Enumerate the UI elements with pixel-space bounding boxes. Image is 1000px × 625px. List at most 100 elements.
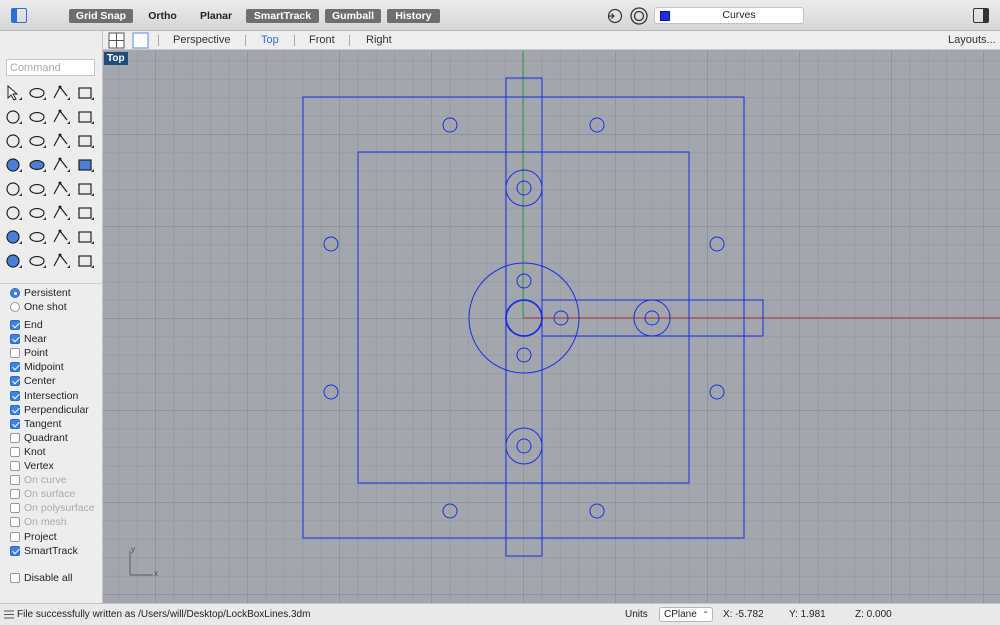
polygon-icon[interactable] bbox=[51, 107, 71, 127]
osnap-end-label: End bbox=[24, 319, 43, 331]
checkbox-indicator bbox=[10, 545, 20, 556]
osnap-perpendicular-checkbox[interactable]: Perpendicular bbox=[10, 403, 89, 417]
osnap-target-icon[interactable] bbox=[606, 7, 624, 25]
layouts-button[interactable]: Layouts... bbox=[948, 34, 996, 46]
history-button[interactable]: History bbox=[387, 9, 440, 23]
construction-grid bbox=[103, 51, 1000, 603]
viewport-title-label[interactable]: Top bbox=[104, 52, 128, 65]
persistent-label: Persistent bbox=[24, 287, 71, 299]
tool-palette bbox=[2, 81, 100, 279]
planar-button[interactable]: Planar bbox=[193, 9, 239, 23]
checkbox-indicator bbox=[10, 461, 20, 471]
osnap-on-surface-label: On surface bbox=[24, 488, 76, 501]
gumball-axis-icon[interactable] bbox=[75, 251, 95, 271]
point-icon[interactable] bbox=[27, 83, 47, 103]
surface-patch-icon[interactable] bbox=[51, 131, 71, 151]
osnap-intersection-checkbox[interactable]: Intersection bbox=[10, 389, 78, 403]
boolean-icon[interactable] bbox=[3, 203, 23, 223]
units-label: Units bbox=[625, 609, 648, 620]
tab-separator bbox=[158, 35, 159, 46]
disable-all-checkbox[interactable]: Disable all bbox=[10, 571, 72, 585]
osnap-midpoint-checkbox[interactable]: Midpoint bbox=[10, 360, 64, 374]
circle-icon[interactable] bbox=[3, 107, 23, 127]
right-sidebar-toggle-icon[interactable] bbox=[973, 8, 989, 23]
align-icon[interactable] bbox=[51, 227, 71, 247]
mirror-icon[interactable] bbox=[75, 227, 95, 247]
osnap-on-polysurface-label: On polysurface bbox=[24, 502, 95, 515]
osnap-midpoint-label: Midpoint bbox=[24, 361, 64, 374]
checkbox-indicator bbox=[10, 517, 20, 528]
osnap-tangent-checkbox[interactable]: Tangent bbox=[10, 417, 61, 431]
osnap-center-checkbox[interactable]: Center bbox=[10, 374, 56, 388]
current-layer-field[interactable]: Curves bbox=[654, 7, 804, 24]
osnap-end-checkbox[interactable]: End bbox=[10, 318, 43, 332]
curve-control-points-icon[interactable] bbox=[75, 83, 95, 103]
tab-separator bbox=[294, 35, 295, 46]
trim-icon[interactable] bbox=[51, 179, 71, 199]
polyline-icon[interactable] bbox=[51, 83, 71, 103]
persistent-radio[interactable]: Persistent bbox=[10, 286, 71, 300]
osnap-knot-label: Knot bbox=[24, 445, 46, 458]
checkbox-indicator bbox=[10, 432, 20, 443]
left-sidebar-toggle-icon[interactable] bbox=[11, 8, 27, 23]
checkbox-indicator bbox=[10, 418, 20, 429]
grid-snap-button[interactable]: Grid Snap bbox=[69, 9, 133, 23]
revolve-icon[interactable] bbox=[3, 131, 23, 151]
osnap-smarttrack-checkbox[interactable]: SmartTrack bbox=[10, 544, 78, 558]
viewport-canvas[interactable]: x y bbox=[103, 51, 1000, 603]
osnap-point-checkbox[interactable]: Point bbox=[10, 346, 48, 360]
split-icon[interactable] bbox=[75, 179, 95, 199]
tab-separator bbox=[245, 35, 246, 46]
layer-circle-icon[interactable] bbox=[629, 6, 649, 26]
osnap-project-checkbox[interactable]: Project bbox=[10, 530, 57, 544]
mount-hole[interactable] bbox=[709, 236, 725, 252]
box-icon[interactable] bbox=[3, 155, 23, 175]
single-viewport-icon[interactable] bbox=[132, 32, 149, 49]
checkbox-indicator bbox=[10, 475, 20, 486]
smarttrack-button[interactable]: SmartTrack bbox=[246, 9, 319, 23]
rail-sweep-icon[interactable] bbox=[27, 131, 47, 151]
sphere-icon[interactable] bbox=[27, 155, 47, 175]
group-icon[interactable] bbox=[3, 179, 23, 199]
command-history-icon[interactable] bbox=[4, 610, 14, 619]
move-icon[interactable] bbox=[75, 203, 95, 223]
checkbox-indicator bbox=[10, 489, 20, 500]
osnap-knot-checkbox[interactable]: Knot bbox=[10, 445, 46, 459]
gumball-button[interactable]: Gumball bbox=[325, 9, 381, 23]
explode-icon[interactable] bbox=[27, 179, 47, 199]
cplane-dropdown[interactable]: CPlane bbox=[659, 607, 713, 622]
checkbox-indicator bbox=[10, 376, 20, 387]
osnap-on-curve-checkbox: On curve bbox=[10, 473, 67, 487]
mesh-icon[interactable] bbox=[3, 251, 23, 271]
mount-hole[interactable] bbox=[323, 236, 339, 252]
extrude-icon[interactable] bbox=[75, 155, 95, 175]
ellipse-icon[interactable] bbox=[27, 107, 47, 127]
tab-front[interactable]: Front bbox=[309, 34, 335, 46]
rectangle-icon[interactable] bbox=[75, 107, 95, 127]
layer-color-swatch[interactable] bbox=[660, 11, 670, 21]
fillet-icon[interactable] bbox=[51, 203, 71, 223]
tab-top[interactable]: Top bbox=[261, 34, 279, 46]
layer-gauge-icon[interactable] bbox=[27, 251, 47, 271]
tab-perspective[interactable]: Perspective bbox=[173, 34, 230, 46]
viewport-tab-bar: Perspective Top Front Right Layouts... bbox=[103, 31, 1000, 50]
checkbox-indicator bbox=[10, 334, 20, 345]
four-viewports-icon[interactable] bbox=[108, 32, 125, 49]
surface-edit-icon[interactable] bbox=[75, 131, 95, 151]
osnap-vertex-checkbox[interactable]: Vertex bbox=[10, 459, 54, 473]
top-viewport[interactable]: x y Top bbox=[103, 51, 1000, 603]
ortho-button[interactable]: Ortho bbox=[141, 9, 184, 23]
array-icon[interactable] bbox=[27, 203, 47, 223]
checkbox-indicator bbox=[10, 390, 20, 401]
tab-right[interactable]: Right bbox=[366, 34, 392, 46]
command-input[interactable] bbox=[6, 59, 95, 76]
cylinder-icon[interactable] bbox=[51, 155, 71, 175]
dimension-icon[interactable] bbox=[27, 227, 47, 247]
select-arrow-icon[interactable] bbox=[3, 83, 23, 103]
cplane-value: CPlane bbox=[664, 609, 697, 620]
text-icon[interactable] bbox=[3, 227, 23, 247]
grid-array-icon[interactable] bbox=[51, 251, 71, 271]
one-shot-radio[interactable]: One shot bbox=[10, 300, 67, 314]
osnap-quadrant-checkbox[interactable]: Quadrant bbox=[10, 431, 68, 445]
osnap-near-checkbox[interactable]: Near bbox=[10, 332, 47, 346]
